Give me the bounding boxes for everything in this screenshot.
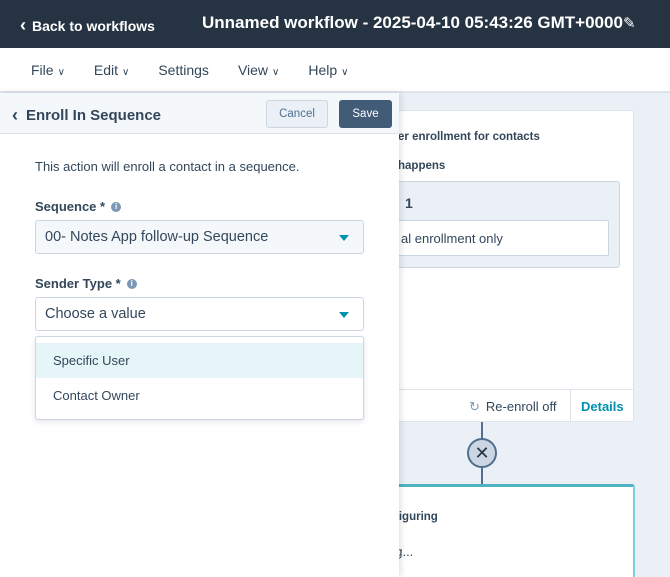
sender-type-dropdown: Specific User Contact Owner (35, 336, 364, 420)
reenroll-status[interactable]: ↻ Re-enroll off (469, 399, 556, 415)
group-number: 1 (405, 195, 413, 211)
chevron-down-icon: ∨ (57, 66, 65, 78)
save-button[interactable]: Save (339, 100, 392, 128)
sequence-label: Sequence * i (35, 199, 122, 214)
caret-down-icon (339, 312, 349, 318)
info-icon: i (126, 278, 137, 289)
caret-down-icon (339, 235, 349, 241)
panel-description: This action will enroll a contact in a s… (35, 159, 300, 174)
menu-help[interactable]: Help ∨ (308, 62, 348, 78)
close-icon[interactable]: ✕ (467, 438, 497, 468)
top-bar: ‹ Back to workflows Unnamed workflow - 20… (0, 0, 670, 48)
pencil-icon[interactable]: ✎ (623, 14, 636, 32)
trigger-subheading: happens (398, 160, 446, 172)
action-panel: ‹ Enroll In Sequence Cancel Save This act… (0, 93, 399, 577)
trigger-heading: er enrollment for contacts (398, 131, 540, 143)
menu-file[interactable]: File ∨ (31, 62, 65, 78)
sender-type-select[interactable]: Choose a value (35, 297, 364, 331)
filter-item[interactable]: al enrollment only (362, 220, 609, 256)
back-to-workflows-link[interactable]: ‹ Back to workflows (20, 15, 155, 36)
info-icon: i (111, 201, 122, 212)
menu-bar: File ∨ Edit ∨ Settings View ∨ Help ∨ (0, 48, 670, 93)
refresh-icon: ↻ (469, 399, 480, 414)
panel-back[interactable]: ‹ Enroll In Sequence (12, 105, 161, 126)
sender-type-label: Sender Type * i (35, 276, 137, 291)
option-contact-owner[interactable]: Contact Owner (36, 378, 363, 413)
chevron-down-icon: ∨ (122, 66, 130, 78)
menu-view[interactable]: View ∨ (238, 62, 279, 78)
menu-edit[interactable]: Edit ∨ (94, 62, 129, 78)
panel-header: ‹ Enroll In Sequence Cancel Save (0, 93, 399, 134)
cancel-button[interactable]: Cancel (266, 100, 328, 128)
chevron-down-icon: ∨ (272, 66, 280, 78)
chevron-left-icon: ‹ (12, 105, 18, 125)
menu-settings[interactable]: Settings (158, 62, 209, 78)
chevron-left-icon: ‹ (20, 15, 26, 35)
back-label: Back to workflows (32, 17, 155, 34)
chevron-down-icon: ∨ (341, 66, 349, 78)
filter-group: 1 al enrollment only (361, 181, 620, 268)
panel-title: Enroll In Sequence (26, 107, 162, 124)
option-specific-user[interactable]: Specific User (36, 343, 363, 378)
sequence-select[interactable]: 00- Notes App follow-up Sequence (35, 220, 364, 254)
details-link[interactable]: Details (581, 399, 624, 414)
workflow-title[interactable]: Unnamed workflow - 2025-04-10 05:43:26 G… (202, 13, 623, 33)
